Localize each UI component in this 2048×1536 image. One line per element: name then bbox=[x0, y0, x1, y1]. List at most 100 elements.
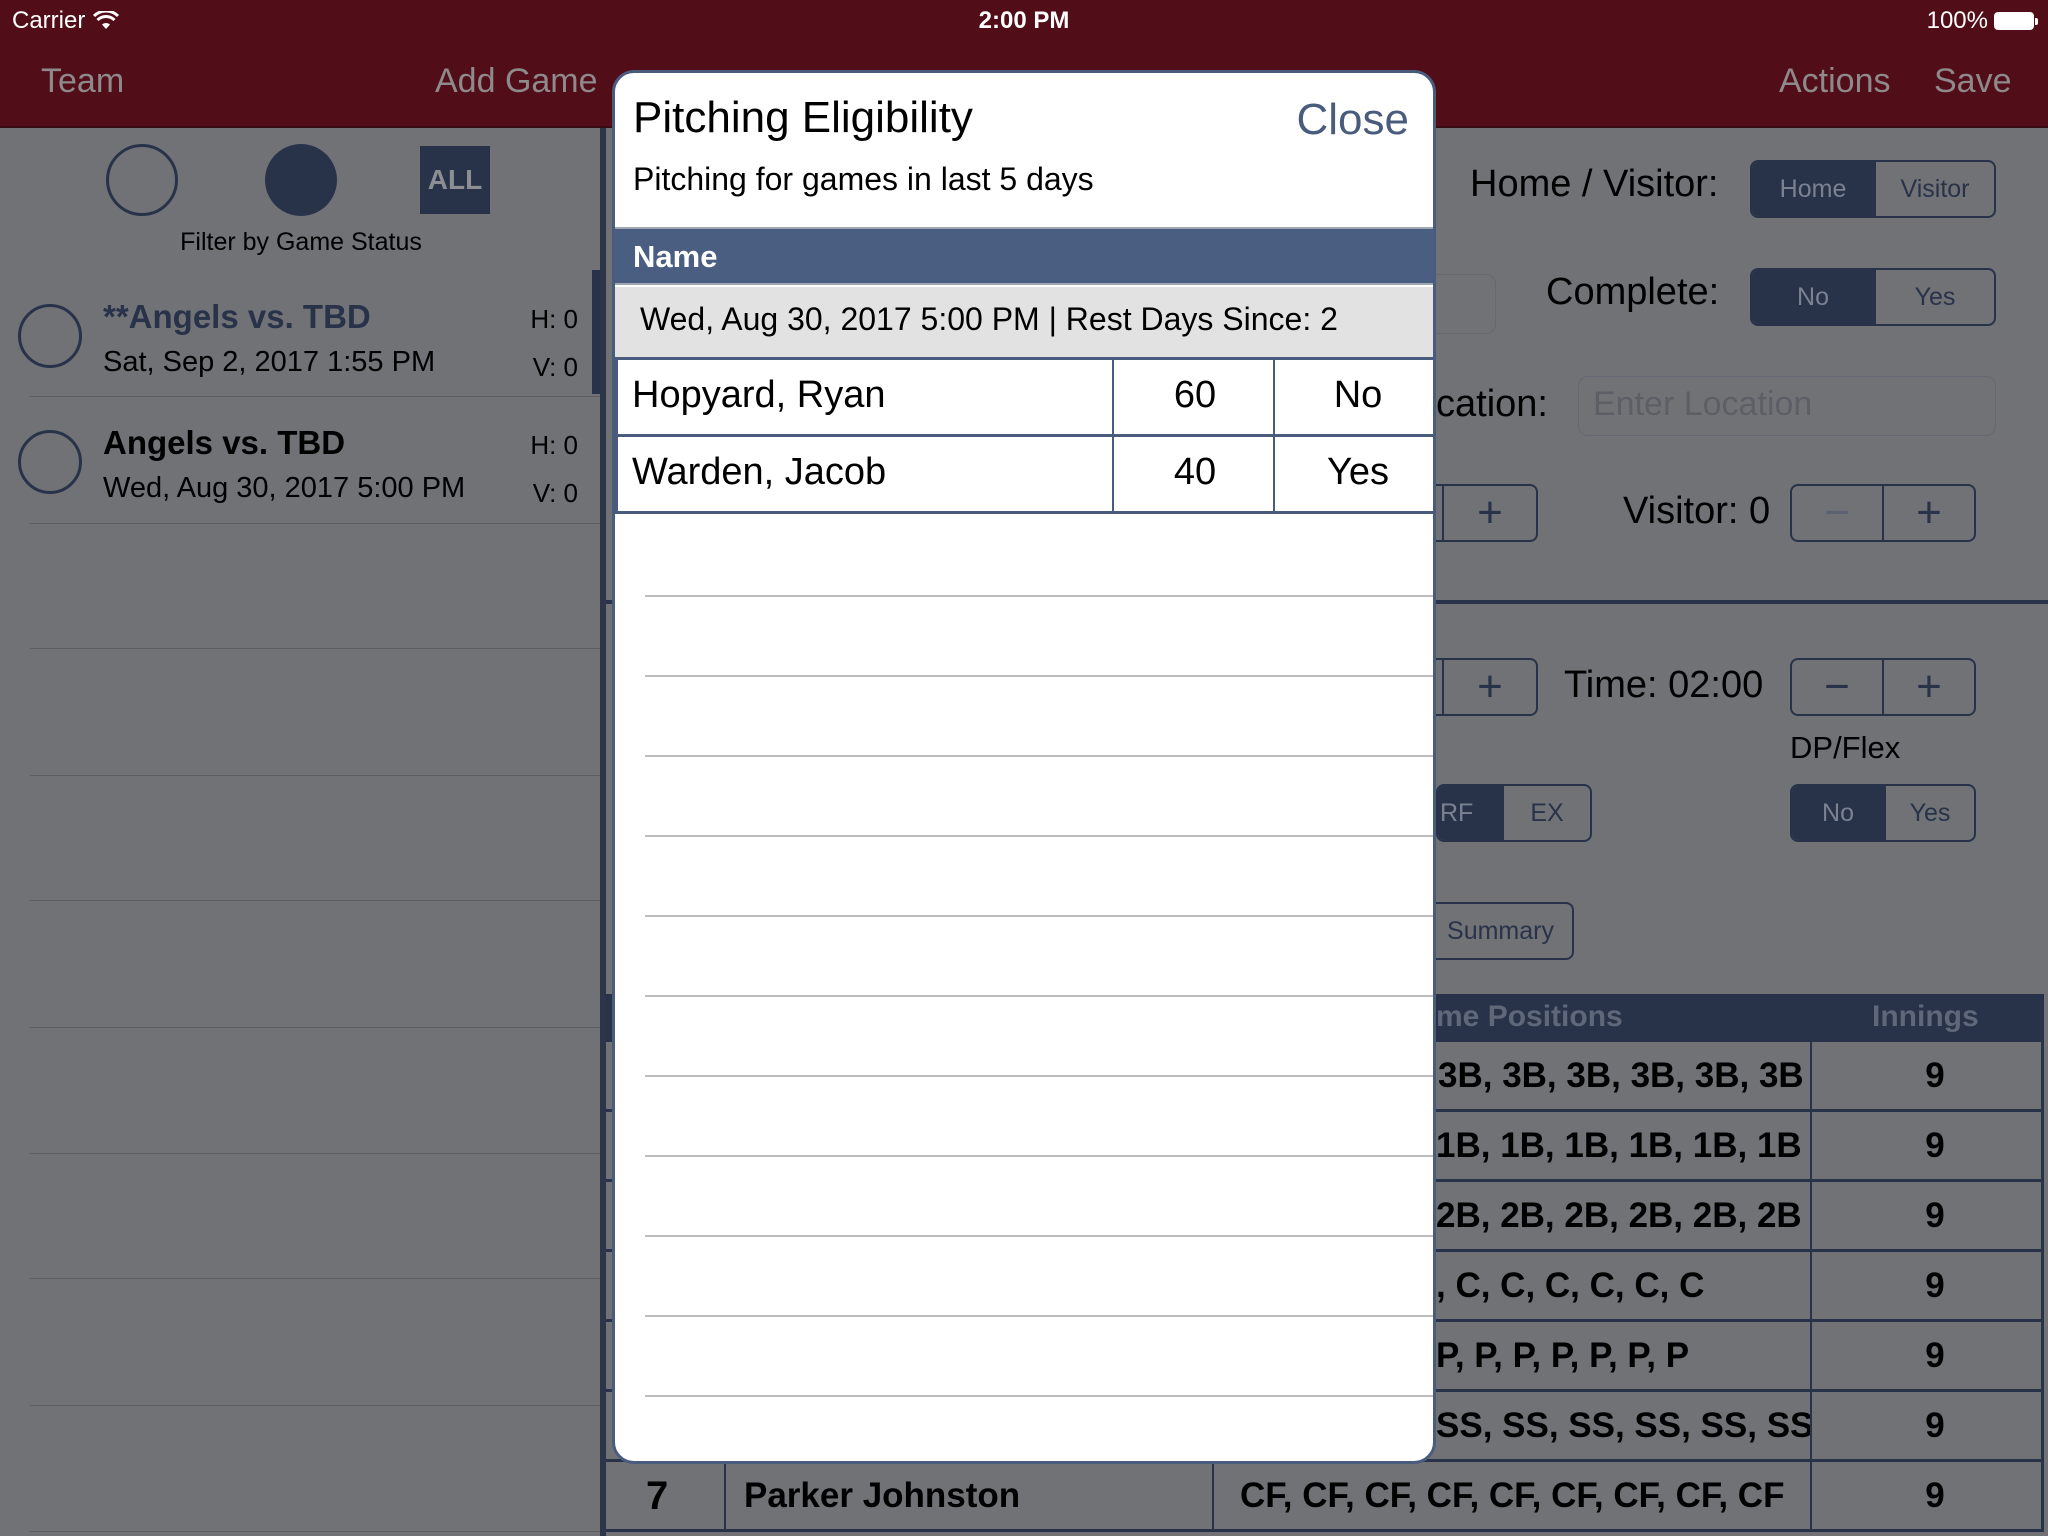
pitcher-name: Warden, Jacob bbox=[632, 451, 887, 493]
dpflex-label: DP/Flex bbox=[1790, 730, 1901, 765]
home-score: H: 0 bbox=[530, 304, 578, 334]
home-score-increment[interactable]: + bbox=[1442, 486, 1536, 540]
time-increment[interactable]: + bbox=[1882, 660, 1974, 714]
section-title: Wed, Aug 30, 2017 5:00 PM | Rest Days Si… bbox=[640, 301, 1338, 337]
column-divider bbox=[1810, 1182, 1812, 1249]
time-label: Time: 02:00 bbox=[1564, 664, 1764, 706]
row-border bbox=[2041, 1322, 2044, 1389]
empty-row-separator bbox=[645, 995, 1433, 997]
row-border bbox=[2041, 1182, 2044, 1249]
dpflex-no-segment[interactable]: No bbox=[1792, 786, 1884, 840]
empty-row-separator bbox=[645, 1235, 1433, 1237]
add-game-button[interactable]: Add Game bbox=[435, 62, 598, 101]
innings-cell: 9 bbox=[1925, 1266, 1945, 1305]
pitch-count: 60 bbox=[1173, 374, 1217, 416]
name-column-header: Name bbox=[633, 239, 718, 274]
list-separator bbox=[30, 523, 602, 524]
game-title: Angels vs. TBD bbox=[103, 424, 346, 461]
list-separator bbox=[30, 1153, 602, 1154]
column-divider bbox=[1273, 360, 1275, 434]
column-divider bbox=[1810, 1322, 1812, 1389]
visitor-score-decrement[interactable]: − bbox=[1792, 486, 1882, 540]
complete-segmented-control[interactable]: No Yes bbox=[1750, 268, 1996, 326]
input-field-partial[interactable] bbox=[1430, 274, 1496, 334]
game-section-header: Wed, Aug 30, 2017 5:00 PM | Rest Days Si… bbox=[615, 287, 1433, 357]
save-button[interactable]: Save bbox=[1934, 62, 2012, 101]
visitor-score-increment[interactable]: + bbox=[1882, 486, 1974, 540]
location-input[interactable]: Enter Location bbox=[1578, 376, 1996, 436]
list-separator bbox=[30, 900, 602, 901]
dpflex-yes-segment[interactable]: Yes bbox=[1884, 786, 1974, 840]
complete-no-segment[interactable]: No bbox=[1752, 270, 1874, 324]
summary-button[interactable]: Summary bbox=[1420, 902, 1574, 960]
list-scrollbar[interactable] bbox=[592, 270, 600, 394]
visitor-score: V: 0 bbox=[532, 478, 578, 508]
close-button[interactable]: Close bbox=[1297, 95, 1410, 145]
list-separator bbox=[30, 1405, 602, 1406]
empty-row-separator bbox=[645, 835, 1433, 837]
column-divider bbox=[1810, 1042, 1812, 1109]
column-divider bbox=[1810, 1462, 1812, 1529]
game-title: **Angels vs. TBD bbox=[103, 298, 371, 335]
game-list-item[interactable]: **Angels vs. TBD Sat, Sep 2, 2017 1:55 P… bbox=[0, 276, 602, 402]
visitor-score-label: Visitor: 0 bbox=[1623, 490, 1771, 532]
complete-label: Complete: bbox=[1546, 271, 1720, 313]
visitor-segment[interactable]: Visitor bbox=[1874, 162, 1994, 216]
table-row[interactable]: Hopyard, Ryan 60 No bbox=[615, 357, 1433, 437]
table-row[interactable]: Warden, Jacob 40 Yes bbox=[615, 434, 1433, 514]
column-divider bbox=[724, 1462, 726, 1529]
empty-row-separator bbox=[645, 915, 1433, 917]
home-visitor-segmented-control[interactable]: Home Visitor bbox=[1750, 160, 1996, 218]
battery-percent: 100% bbox=[1926, 7, 1988, 34]
positions-column-header: me Positions bbox=[1436, 1000, 1623, 1033]
time-stepper[interactable]: − + bbox=[1790, 658, 1976, 716]
rf-segment[interactable]: RF bbox=[1438, 786, 1502, 840]
column-divider bbox=[1112, 360, 1114, 434]
actions-button[interactable]: Actions bbox=[1779, 62, 1891, 101]
batting-order-cell: 7 bbox=[646, 1474, 669, 1518]
position-segmented-control[interactable]: RF EX bbox=[1436, 784, 1592, 842]
list-separator bbox=[30, 1027, 602, 1028]
row-border bbox=[2041, 1042, 2044, 1109]
column-divider bbox=[1810, 1112, 1812, 1179]
pitcher-name: Hopyard, Ryan bbox=[632, 374, 886, 416]
column-divider bbox=[1810, 1252, 1812, 1319]
home-score: H: 0 bbox=[530, 430, 578, 460]
row-border bbox=[2041, 1252, 2044, 1319]
positions-cell: 3B, 3B, 3B, 3B, 3B, 3B bbox=[1438, 1056, 1804, 1095]
innings-cell: 9 bbox=[1925, 1126, 1945, 1165]
positions-cell: , C, C, C, C, C, C bbox=[1436, 1266, 1705, 1305]
empty-row-separator bbox=[645, 1395, 1433, 1397]
ex-segment[interactable]: EX bbox=[1502, 786, 1590, 840]
complete-yes-segment[interactable]: Yes bbox=[1874, 270, 1994, 324]
games-list-panel: ALL Filter by Game Status **Angels vs. T… bbox=[0, 128, 602, 1536]
visitor-score: V: 0 bbox=[532, 352, 578, 382]
time-decrement[interactable]: − bbox=[1792, 660, 1882, 714]
team-button[interactable]: Team bbox=[41, 62, 124, 101]
dpflex-segmented-control[interactable]: No Yes bbox=[1790, 784, 1976, 842]
filter-complete-button[interactable] bbox=[265, 144, 337, 216]
list-separator bbox=[30, 648, 602, 649]
battery-indicator: 100% bbox=[1926, 7, 2038, 35]
clock: 2:00 PM bbox=[978, 7, 1070, 34]
row-border bbox=[2041, 1112, 2044, 1179]
column-divider bbox=[1273, 437, 1275, 511]
filter-incomplete-button[interactable] bbox=[106, 144, 178, 216]
innings-cell: 9 bbox=[1925, 1056, 1945, 1095]
inning-increment[interactable]: + bbox=[1442, 660, 1536, 714]
filter-label: Filter by Game Status bbox=[180, 228, 422, 256]
row-border bbox=[2041, 1462, 2044, 1529]
positions-cell: P, P, P, P, P, P, P bbox=[1436, 1336, 1690, 1375]
visitor-score-stepper[interactable]: − + bbox=[1790, 484, 1976, 542]
positions-cell: 1B, 1B, 1B, 1B, 1B, 1B bbox=[1436, 1126, 1802, 1165]
list-separator bbox=[30, 396, 602, 397]
list-separator bbox=[30, 775, 602, 776]
game-status-filter: ALL Filter by Game Status bbox=[0, 136, 602, 256]
table-row[interactable]: 7 Parker Johnston CF, CF, CF, CF, CF, CF… bbox=[606, 1462, 2044, 1532]
home-segment[interactable]: Home bbox=[1752, 162, 1874, 216]
game-list-item[interactable]: Angels vs. TBD Wed, Aug 30, 2017 5:00 PM… bbox=[0, 402, 602, 528]
row-border bbox=[2041, 1392, 2044, 1459]
filter-all-button[interactable]: ALL bbox=[420, 146, 490, 214]
home-visitor-label: Home / Visitor: bbox=[1470, 163, 1719, 205]
innings-cell: 9 bbox=[1925, 1476, 1945, 1515]
